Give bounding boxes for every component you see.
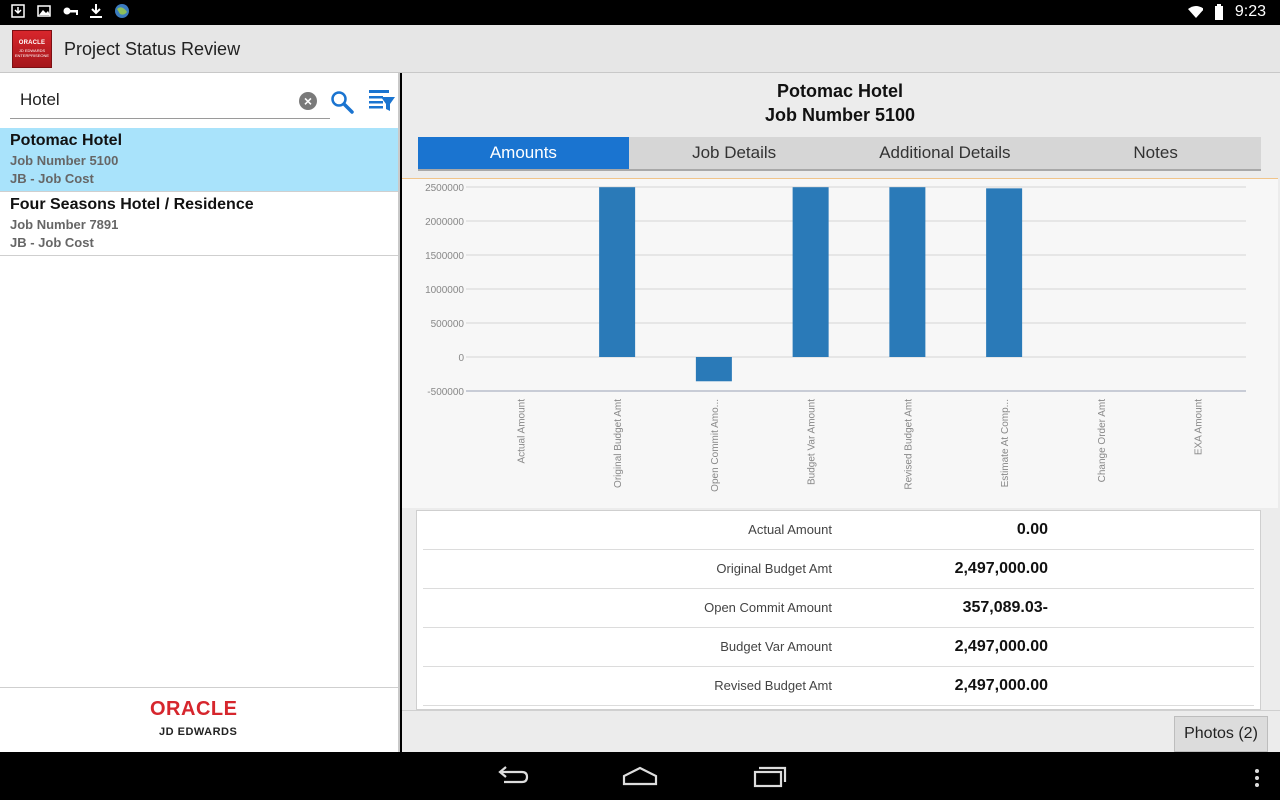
job-type: JB - Job Cost bbox=[10, 171, 94, 186]
table-row: Open Commit Amount 357,089.03- bbox=[423, 589, 1254, 628]
amount-value: 2,497,000.00 bbox=[954, 677, 1048, 694]
amounts-chart: 2500000 2000000 1500000 1000000 500000 0 -5000… bbox=[402, 178, 1278, 508]
notification-key-icon bbox=[62, 3, 78, 19]
y-tick-label: 1000000 bbox=[425, 285, 464, 296]
tab-additional-details[interactable]: Additional Details bbox=[840, 137, 1051, 169]
amounts-table: Actual Amount 0.00 Original Budget Amt 2… bbox=[416, 510, 1261, 710]
y-tick-label: 2500000 bbox=[425, 183, 464, 194]
table-row: Budget Var Amount 2,497,000.00 bbox=[423, 628, 1254, 667]
search-box: × bbox=[10, 83, 330, 119]
status-bar: 9:23 bbox=[0, 0, 1280, 25]
filter-list-icon[interactable] bbox=[368, 89, 396, 115]
notification-image-icon bbox=[36, 3, 52, 19]
x-tick-label: Open Commit Amo... bbox=[710, 399, 721, 492]
y-tick-label: -500000 bbox=[427, 387, 464, 398]
amount-label: Actual Amount bbox=[748, 522, 832, 537]
action-bar: ORACLE JD EDWARDS ENTERPRISEONE Project … bbox=[0, 25, 1280, 73]
photos-button[interactable]: Photos (2) bbox=[1174, 716, 1268, 752]
x-tick-label: Change Order Amt bbox=[1097, 399, 1108, 483]
notification-download-icon bbox=[88, 3, 104, 19]
tab-notes[interactable]: Notes bbox=[1050, 137, 1261, 169]
bar-chart-svg: 2500000 2000000 1500000 1000000 500000 0 -5000… bbox=[425, 183, 1246, 492]
clear-search-icon[interactable]: × bbox=[299, 92, 317, 110]
recent-apps-icon[interactable] bbox=[752, 764, 788, 788]
y-tick-label: 2000000 bbox=[425, 217, 464, 228]
job-number: Job Number 7891 bbox=[10, 217, 119, 232]
overflow-menu-icon[interactable] bbox=[1254, 768, 1260, 788]
amount-value: 2,497,000.00 bbox=[954, 560, 1048, 577]
search-input[interactable] bbox=[10, 83, 290, 117]
bar bbox=[695, 357, 732, 382]
wifi-icon bbox=[1187, 4, 1203, 20]
back-icon[interactable] bbox=[494, 764, 530, 788]
job-name: Four Seasons Hotel / Residence bbox=[10, 196, 254, 213]
notification-globe-icon bbox=[114, 3, 130, 19]
amount-value: 0.00 bbox=[1016, 521, 1048, 538]
tab-job-details[interactable]: Job Details bbox=[629, 137, 840, 169]
app-logo-icon[interactable]: ORACLE JD EDWARDS ENTERPRISEONE bbox=[12, 30, 52, 68]
y-tick-label: 1500000 bbox=[425, 251, 464, 262]
amount-value: 357,089.03- bbox=[962, 599, 1048, 616]
detail-bottom-bar: Photos (2) bbox=[402, 710, 1280, 752]
x-tick-label: Original Budget Amt bbox=[613, 399, 624, 488]
bar bbox=[986, 188, 1023, 357]
x-tick-label: Actual Amount bbox=[516, 399, 527, 464]
list-item[interactable]: Potomac Hotel Job Number 5100 JB - Job C… bbox=[0, 128, 398, 192]
bar bbox=[889, 187, 926, 357]
app-logo-text: ORACLE bbox=[18, 40, 46, 46]
amount-label: Budget Var Amount bbox=[720, 639, 832, 654]
battery-icon bbox=[1211, 4, 1227, 20]
search-icon[interactable] bbox=[330, 90, 354, 114]
home-icon[interactable] bbox=[622, 764, 658, 788]
x-tick-label: Estimate At Comp... bbox=[1000, 399, 1011, 487]
detail-title: Potomac Hotel bbox=[776, 81, 904, 101]
detail-subtitle: Job Number 5100 bbox=[764, 105, 916, 125]
navigation-bar bbox=[0, 752, 1280, 800]
app-logo-subtext: JD EDWARDS ENTERPRISEONE bbox=[14, 48, 50, 58]
table-row: Revised Budget Amt 2,497,000.00 bbox=[423, 667, 1254, 706]
jd-edwards-label: JD EDWARDS bbox=[159, 726, 238, 738]
table-row: Actual Amount 0.00 bbox=[423, 511, 1254, 550]
oracle-logo: ORACLE bbox=[150, 698, 238, 720]
y-tick-label: 500000 bbox=[431, 319, 465, 330]
amount-value: 2,497,000.00 bbox=[954, 638, 1048, 655]
job-name: Potomac Hotel bbox=[10, 132, 123, 149]
detail-panel: Potomac Hotel Job Number 5100 Amounts Jo… bbox=[402, 73, 1280, 752]
amount-label: Original Budget Amt bbox=[716, 561, 832, 576]
notification-download-box-icon bbox=[10, 3, 26, 19]
job-number: Job Number 5100 bbox=[10, 153, 119, 168]
job-list: Potomac Hotel Job Number 5100 JB - Job C… bbox=[0, 128, 398, 256]
detail-header: Potomac Hotel Job Number 5100 bbox=[402, 79, 1278, 127]
bar bbox=[599, 187, 636, 357]
amount-label: Revised Budget Amt bbox=[714, 678, 832, 693]
x-tick-label: EXA Amount bbox=[1194, 399, 1205, 455]
x-tick-label: Revised Budget Amt bbox=[903, 399, 914, 490]
brand-footer: ORACLE JD EDWARDS bbox=[0, 687, 398, 752]
tab-amounts[interactable]: Amounts bbox=[418, 137, 629, 169]
table-row: Original Budget Amt 2,497,000.00 bbox=[423, 550, 1254, 589]
status-time: 9:23 bbox=[1234, 3, 1266, 20]
app-title: Project Status Review bbox=[64, 39, 241, 59]
x-tick-label: Budget Var Amount bbox=[807, 399, 818, 485]
amount-label: Open Commit Amount bbox=[704, 600, 832, 615]
list-item[interactable]: Four Seasons Hotel / Residence Job Numbe… bbox=[0, 192, 398, 256]
detail-tabs: Amounts Job Details Additional Details N… bbox=[418, 137, 1261, 171]
bar bbox=[792, 187, 829, 357]
y-tick-label: 0 bbox=[458, 353, 464, 364]
search-panel: × Potomac Hotel Job Number 5100 JB - Job… bbox=[0, 73, 400, 752]
job-type: JB - Job Cost bbox=[10, 235, 94, 250]
